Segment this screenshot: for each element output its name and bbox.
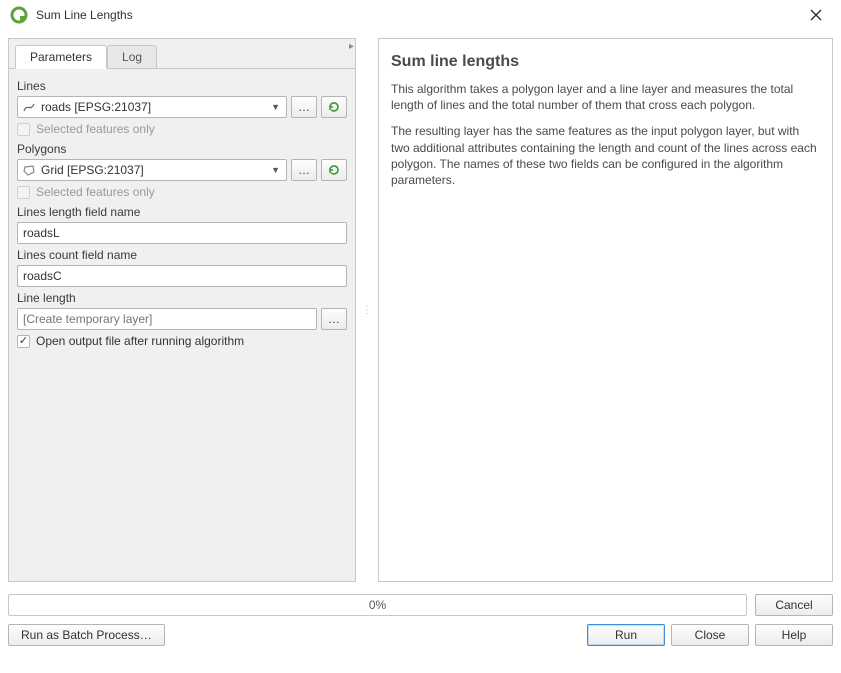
tab-log[interactable]: Log xyxy=(107,45,157,69)
chevron-down-icon: ▼ xyxy=(269,165,282,175)
parameters-form: Lines roads [EPSG:21037] ▼ … Selected fe… xyxy=(9,68,355,581)
close-button[interactable] xyxy=(801,9,831,21)
count-field-label: Lines count field name xyxy=(17,248,347,262)
dialog-footer: 0% Cancel Run as Batch Process… Run Clos… xyxy=(0,590,841,654)
line-layer-icon xyxy=(22,100,36,114)
window-title: Sum Line Lengths xyxy=(36,8,801,22)
help-paragraph-2: The resulting layer has the same feature… xyxy=(391,123,820,188)
polygons-label: Polygons xyxy=(17,142,347,156)
tab-bar: Parameters Log xyxy=(9,39,355,69)
output-path-input[interactable] xyxy=(17,308,317,330)
lines-selected-only-label: Selected features only xyxy=(36,122,155,136)
progress-bar: 0% xyxy=(8,594,747,616)
polygons-browse-button[interactable]: … xyxy=(291,159,317,181)
output-label: Line length xyxy=(17,291,347,305)
length-field-label: Lines length field name xyxy=(17,205,347,219)
cancel-button[interactable]: Cancel xyxy=(755,594,833,616)
open-output-checkbox[interactable] xyxy=(17,335,30,348)
title-bar: Sum Line Lengths xyxy=(0,0,841,30)
chevron-down-icon: ▼ xyxy=(269,102,282,112)
lines-iterate-button[interactable] xyxy=(321,96,347,118)
help-button[interactable]: Help xyxy=(755,624,833,646)
collapse-toggle-icon[interactable]: ▸ xyxy=(349,41,359,55)
parameters-panel: ▸ Parameters Log Lines roads [EPSG:21037… xyxy=(8,38,356,582)
dialog-body: ▸ Parameters Log Lines roads [EPSG:21037… xyxy=(0,30,841,590)
close-dialog-button[interactable]: Close xyxy=(671,624,749,646)
help-paragraph-1: This algorithm takes a polygon layer and… xyxy=(391,81,820,113)
polygons-iterate-button[interactable] xyxy=(321,159,347,181)
open-output-label: Open output file after running algorithm xyxy=(36,334,244,348)
polygons-selected-only-label: Selected features only xyxy=(36,185,155,199)
lines-browse-button[interactable]: … xyxy=(291,96,317,118)
count-field-input[interactable] xyxy=(17,265,347,287)
run-button[interactable]: Run xyxy=(587,624,665,646)
lines-layer-select[interactable]: roads [EPSG:21037] ▼ xyxy=(17,96,287,118)
splitter-handle[interactable]: ⋮ xyxy=(364,38,370,582)
polygons-layer-value: Grid [EPSG:21037] xyxy=(41,163,264,177)
tab-parameters[interactable]: Parameters xyxy=(15,45,107,69)
run-batch-button[interactable]: Run as Batch Process… xyxy=(8,624,165,646)
progress-text: 0% xyxy=(369,598,386,612)
qgis-icon xyxy=(10,6,28,24)
help-panel: Sum line lengths This algorithm takes a … xyxy=(378,38,833,582)
polygons-selected-only-checkbox xyxy=(17,186,30,199)
output-browse-button[interactable]: … xyxy=(321,308,347,330)
help-title: Sum line lengths xyxy=(391,53,820,71)
lines-label: Lines xyxy=(17,79,347,93)
lines-layer-value: roads [EPSG:21037] xyxy=(41,100,264,114)
length-field-input[interactable] xyxy=(17,222,347,244)
lines-selected-only-checkbox xyxy=(17,123,30,136)
polygons-layer-select[interactable]: Grid [EPSG:21037] ▼ xyxy=(17,159,287,181)
polygon-layer-icon xyxy=(22,163,36,177)
